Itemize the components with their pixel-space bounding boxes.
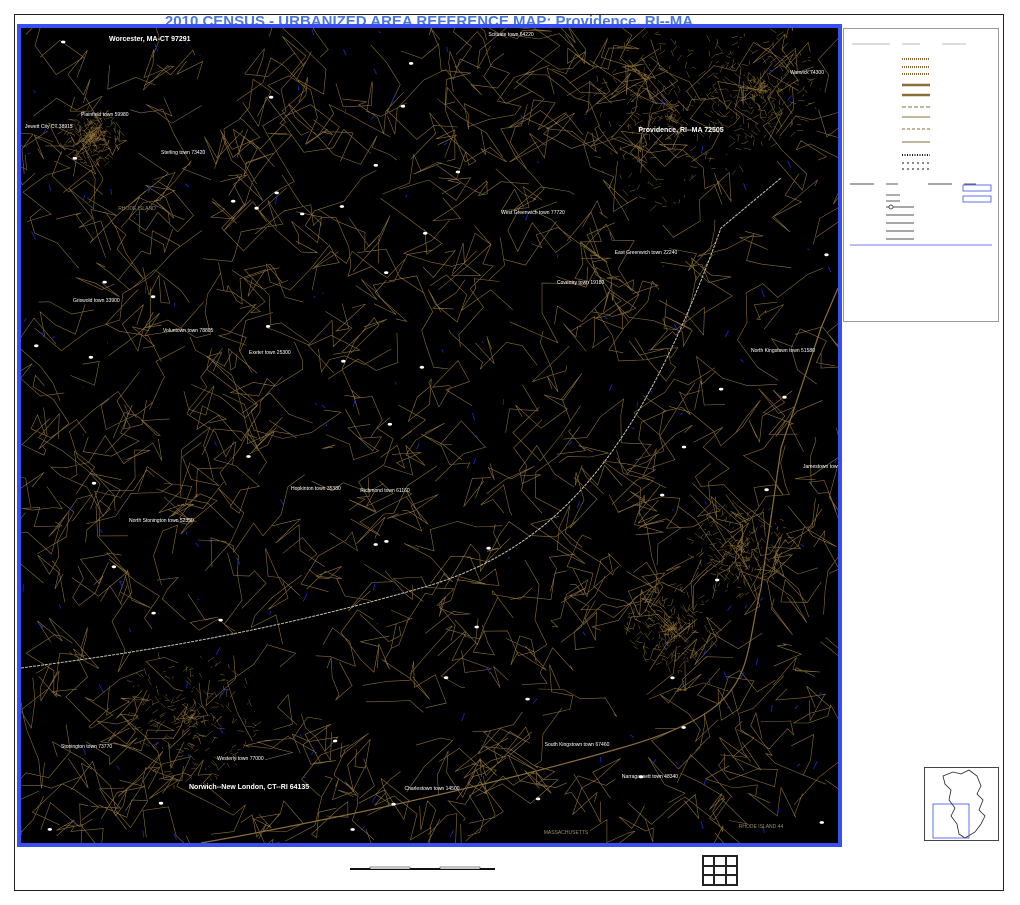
place-label: West Greenwich town 77720 bbox=[501, 210, 565, 216]
road-network bbox=[21, 28, 838, 843]
place-label: Narragansett town 48340 bbox=[621, 774, 679, 780]
place-label: Westerly town 77000 bbox=[217, 756, 264, 762]
state-boundary-label: MASSACHUSETTS bbox=[543, 830, 589, 836]
state-boundary-label: RHODE ISLAND bbox=[118, 206, 156, 212]
inset-state-outline bbox=[932, 769, 986, 839]
sheet-index-grid bbox=[702, 855, 738, 886]
place-label: South Kingstown town 67460 bbox=[544, 742, 610, 748]
state-boundary-label: RHODE ISLAND 44 bbox=[738, 824, 784, 830]
place-label: Griswold town 33900 bbox=[73, 298, 120, 304]
place-label: Charlestown town 14500 bbox=[404, 786, 460, 792]
legend-symbols bbox=[850, 43, 992, 246]
place-label: Scituate town 64220 bbox=[488, 32, 534, 38]
place-label: Exeter town 25300 bbox=[249, 350, 291, 356]
scale-bar bbox=[350, 860, 495, 878]
locator-inset-map bbox=[924, 767, 999, 841]
place-label: North Kingstown town 51580 bbox=[751, 348, 815, 354]
place-label: Warwick 74300 bbox=[790, 70, 824, 76]
place-label: Jewett City CT 38915 bbox=[25, 124, 73, 130]
place-markers bbox=[34, 40, 829, 831]
place-label: Voluntown town 78805 bbox=[163, 328, 214, 334]
water-layer bbox=[22, 29, 838, 843]
roads-layer bbox=[21, 28, 838, 843]
place-label: Coventry town 19180 bbox=[557, 280, 605, 286]
place-label: East Greenwich town 22240 bbox=[614, 250, 678, 256]
place-label: Richmond town 61160 bbox=[360, 488, 410, 494]
urban-label-worcester: Worcester, MA-CT 97291 bbox=[109, 36, 191, 43]
place-label: Jamestown town 36820 bbox=[803, 464, 841, 470]
place-label: North Stonington town 52350 bbox=[129, 518, 194, 524]
map-canvas[interactable]: Worcester, MA-CT 97291 Providence, RI--M… bbox=[17, 24, 842, 847]
urban-label-providence: Providence, RI--MA 72505 bbox=[638, 127, 724, 134]
urban-label-norwich: Norwich--New London, CT--RI 64135 bbox=[189, 784, 310, 791]
place-label: Plainfield town 59980 bbox=[81, 112, 129, 118]
place-label: Hopkinton town 35380 bbox=[291, 486, 341, 492]
place-label: Stonington town 73770 bbox=[61, 744, 113, 750]
map-legend bbox=[843, 28, 999, 322]
place-label: Sterling town 73420 bbox=[161, 150, 206, 156]
